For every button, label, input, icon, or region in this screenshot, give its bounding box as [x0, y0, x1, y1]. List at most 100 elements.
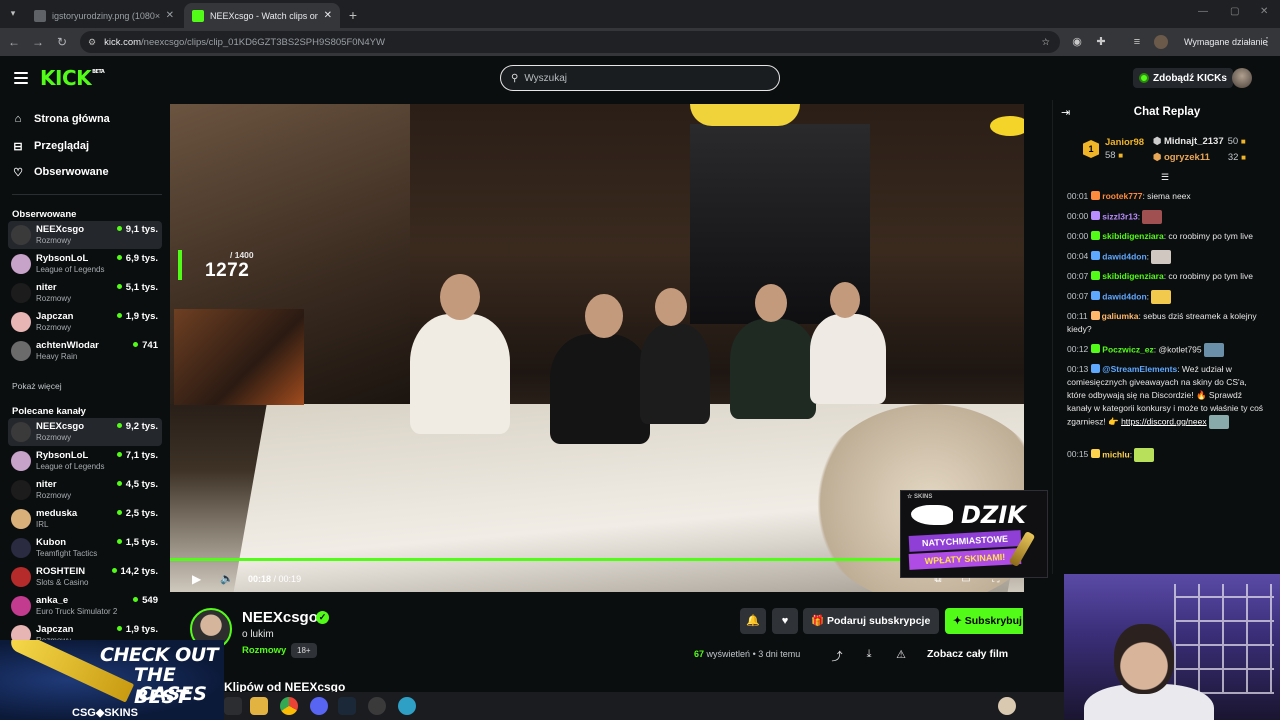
channel-item[interactable]: anka_e Euro Truck Simulator 2 549: [8, 592, 162, 620]
progress-fill[interactable]: [170, 558, 979, 561]
time-display: 00:18 / 00:19: [248, 574, 301, 584]
emote-icon: [1208, 415, 1229, 429]
forward-icon[interactable]: →: [30, 34, 46, 50]
message-time: 00:13: [1067, 364, 1089, 374]
message-username[interactable]: Poczwicz_ez: [1102, 344, 1154, 354]
new-tab-icon[interactable]: +: [344, 6, 362, 24]
user-avatar[interactable]: [1232, 68, 1252, 88]
divider: [12, 194, 162, 195]
chat-message: 00:07 skibidigenziara: co roobimy po tym …: [1067, 270, 1267, 283]
volume-icon[interactable]: 🔈: [220, 572, 234, 586]
app-icon[interactable]: [224, 697, 242, 715]
clip-category[interactable]: Rozmowy: [242, 645, 286, 656]
message-username[interactable]: dawid4don: [1102, 291, 1146, 301]
message-username[interactable]: sizzl3r13: [1102, 211, 1137, 221]
chat-message: 00:04 dawid4don:: [1067, 250, 1267, 264]
close-tab-icon[interactable]: ✕: [166, 10, 174, 21]
steam-icon[interactable]: [338, 697, 356, 715]
csg-skins-ad[interactable]: CHECK OUT THE BEST CASES CSG◆SKINS: [0, 640, 224, 720]
star-icon: ✦: [953, 615, 962, 627]
channel-avatar: [11, 596, 31, 616]
menu-hamburger-icon[interactable]: [14, 72, 28, 84]
tray-avatar-icon[interactable]: [998, 697, 1016, 715]
message-username[interactable]: galiumka: [1102, 311, 1139, 321]
reload-icon[interactable]: ↻: [54, 34, 70, 50]
channel-item[interactable]: NEEXcsgo Rozmowy 9,2 tys.: [8, 418, 162, 446]
download-icon[interactable]: ⤓: [862, 648, 876, 662]
video-player[interactable]: / 1400 1272 ▶ 🔈 00:18 / 00:19 ⧉ ▭ ⛶: [170, 104, 1024, 592]
menu-dots-icon[interactable]: ⋮: [1260, 35, 1274, 49]
close-tab-icon[interactable]: ✕: [324, 10, 332, 21]
message-username[interactable]: michlu: [1102, 449, 1129, 459]
play-icon[interactable]: ▶: [192, 572, 206, 586]
video-scene: [550, 334, 650, 444]
discord-icon[interactable]: [310, 697, 328, 715]
search-box[interactable]: ⚲: [500, 65, 780, 91]
subscribe-button[interactable]: ✦ Subskrybuj: [945, 608, 1023, 634]
channel-item[interactable]: meduska IRL 2,5 tys.: [8, 505, 162, 533]
share-icon[interactable]: ⤴: [830, 648, 844, 663]
puzzle-icon[interactable]: ✚: [1094, 35, 1108, 49]
site-info-icon[interactable]: ⚙: [88, 37, 96, 48]
dzik-ad[interactable]: ☆ SKINS DZIK NATYCHMIASTOWE WPŁATY SKINA…: [900, 490, 1048, 578]
channel-item[interactable]: niter Rozmowy 5,1 tys.: [8, 279, 162, 307]
notification-bell-icon[interactable]: 🔔: [740, 608, 766, 634]
sidebar-item-label: Strona główna: [34, 113, 110, 125]
channel-item[interactable]: RybsonLoL League of Legends 6,9 tys.: [8, 250, 162, 278]
url-path: /neexcsgo/clips/clip_01KD6GZT3BS2SPH9S80…: [141, 36, 385, 48]
obs-icon[interactable]: [368, 697, 386, 715]
folder-icon[interactable]: [250, 697, 268, 715]
sidebar-item-following[interactable]: ♡ Obserwowane: [12, 162, 109, 182]
report-icon[interactable]: ⚠: [894, 648, 908, 662]
profile-icon[interactable]: [1154, 35, 1168, 49]
sidebar-item-browse[interactable]: ⊟ Przeglądaj: [12, 136, 89, 156]
leaderboard-entry[interactable]: ⬢ ogryzek11 32 ■: [1153, 152, 1246, 163]
channel-item[interactable]: RybsonLoL League of Legends 7,1 tys.: [8, 447, 162, 475]
bookmark-star-icon[interactable]: ☆: [1041, 37, 1050, 48]
message-username[interactable]: dawid4don: [1102, 251, 1146, 261]
sidebar-item-home[interactable]: ⌂ Strona główna: [12, 109, 110, 129]
follow-heart-icon[interactable]: ♥: [772, 608, 798, 634]
channel-item[interactable]: ROSHTEIN Slots & Casino 14,2 tys.: [8, 563, 162, 591]
message-username[interactable]: rootek777: [1102, 191, 1142, 201]
extension-icon[interactable]: ◉: [1070, 35, 1084, 49]
channel-item[interactable]: achtenWlodar Heavy Rain 741: [8, 337, 162, 365]
tab-search-icon[interactable]: ▾: [6, 6, 20, 20]
gift-sub-button[interactable]: 🎁 Podaruj subskrypcje: [803, 608, 939, 634]
discord-link[interactable]: https://discord.gg/neex: [1121, 416, 1207, 426]
message-username[interactable]: skibidigenziara: [1102, 231, 1163, 241]
maximize-icon[interactable]: ▢: [1230, 6, 1239, 17]
channel-avatar: [11, 341, 31, 361]
channel-item[interactable]: niter Rozmowy 4,5 tys.: [8, 476, 162, 504]
channel-name: Kubon: [36, 537, 67, 548]
tab-kick[interactable]: NEEXcsgo - Watch clips on Kick ✕: [184, 3, 340, 28]
globe-icon[interactable]: [398, 697, 416, 715]
message-text: : co roobimy po tym live: [1163, 271, 1253, 281]
message-username[interactable]: skibidigenziara: [1102, 271, 1163, 281]
leaderboard-entry[interactable]: Janior98: [1105, 137, 1144, 148]
streamer-name[interactable]: NEEXcsgo: [242, 609, 318, 626]
chrome-icon[interactable]: [280, 697, 298, 715]
search-input[interactable]: [524, 72, 755, 84]
tab-image[interactable]: igstoryurodziny.png (1080×19… ✕: [26, 3, 182, 28]
expand-leaderboard-icon[interactable]: ☰: [1161, 172, 1169, 183]
channel-item[interactable]: JapczanRozmowy 1,9 tys.: [8, 308, 162, 336]
minimize-icon[interactable]: —: [1198, 6, 1208, 17]
back-icon[interactable]: ←: [6, 34, 22, 50]
message-time: 00:00: [1067, 211, 1089, 222]
close-window-icon[interactable]: ✕: [1260, 6, 1268, 17]
message-username[interactable]: @StreamElements: [1102, 364, 1177, 374]
channel-item[interactable]: Kubon Teamfight Tactics 1,5 tys.: [8, 534, 162, 562]
video-scene: [440, 274, 480, 320]
channel-item[interactable]: NEEXcsgo Rozmowy 9,1 tys.: [8, 221, 162, 249]
url-bar[interactable]: ⚙ kick.com/neexcsgo/clips/clip_01KD6GZT3…: [80, 31, 1060, 53]
channel-avatar: [11, 480, 31, 500]
video-scene: [990, 116, 1024, 136]
collapse-chat-icon[interactable]: ⇥: [1061, 106, 1070, 119]
get-kicks-button[interactable]: Zdobądź KICKs: [1133, 68, 1233, 88]
show-more-link[interactable]: Pokaż więcej: [12, 381, 62, 391]
leaderboard-entry[interactable]: ⬢ Midnajt_2137 50 ■: [1153, 136, 1246, 147]
media-queue-icon[interactable]: ≡: [1130, 35, 1144, 49]
watch-full-video-link[interactable]: Zobacz cały film: [927, 648, 1008, 660]
kick-logo[interactable]: KICKBETA: [40, 66, 105, 90]
